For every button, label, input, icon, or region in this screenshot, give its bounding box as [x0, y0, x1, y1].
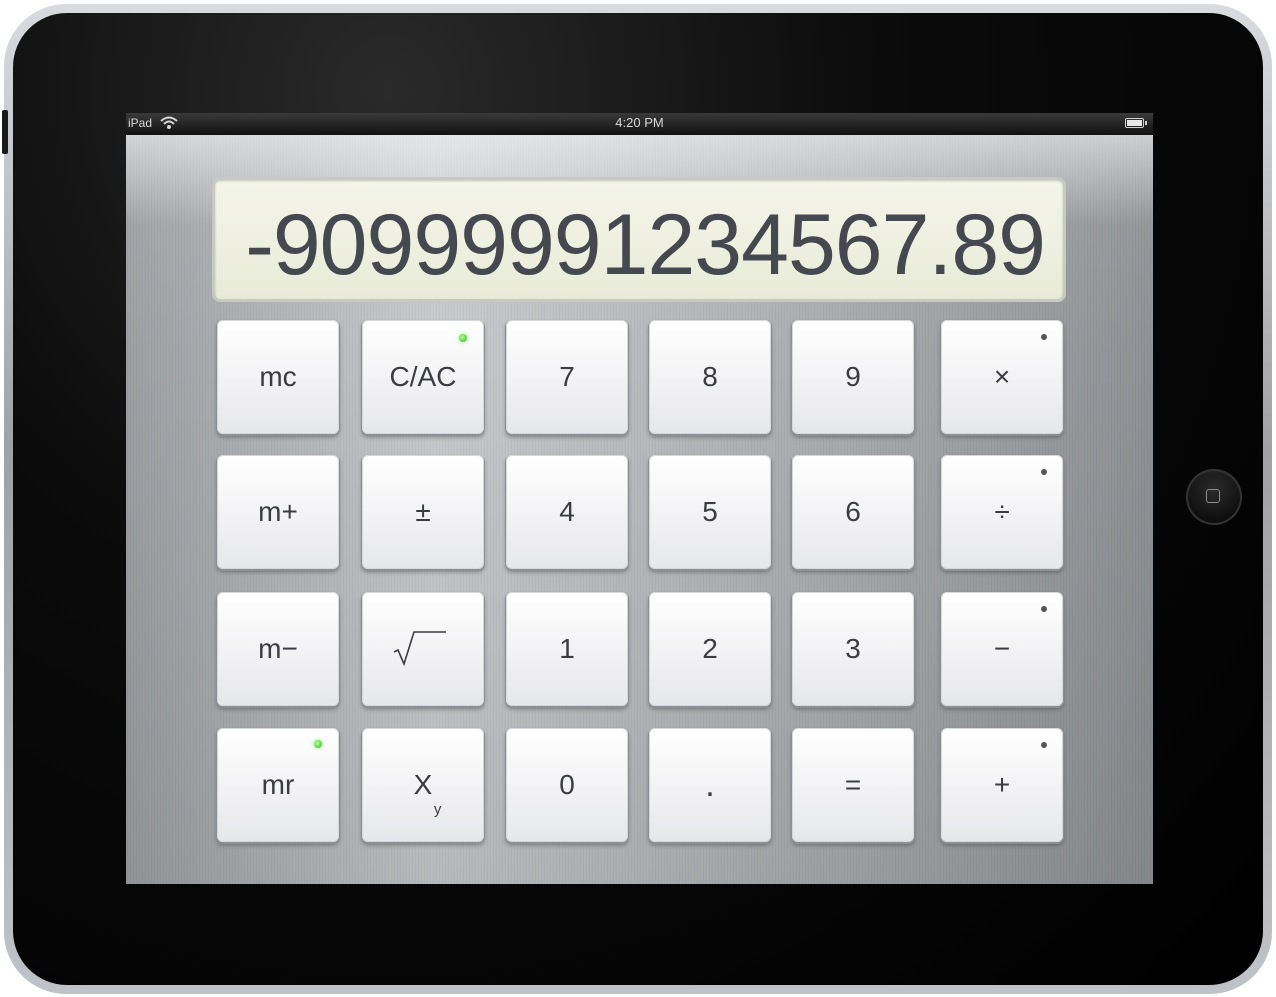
- zero-label: 0: [559, 769, 575, 800]
- status-bar: iPad 4:20 PM: [126, 113, 1153, 135]
- add-button[interactable]: +: [941, 728, 1063, 842]
- power-base-label: X: [413, 769, 433, 800]
- three-label: 3: [845, 633, 861, 664]
- home-button[interactable]: [1186, 469, 1242, 525]
- status-time: 4:20 PM: [615, 115, 664, 130]
- multiply-indicator-dot: [1041, 334, 1047, 340]
- home-square-icon: [1206, 489, 1220, 503]
- two-button[interactable]: 2: [649, 592, 771, 706]
- mr-button[interactable]: mr: [217, 728, 339, 842]
- divide-indicator-dot: [1041, 469, 1047, 475]
- plus-minus-button[interactable]: ±: [362, 455, 484, 569]
- power-label: Xy: [413, 769, 442, 818]
- four-button[interactable]: 4: [506, 455, 628, 569]
- clear-label: C/AC: [389, 361, 457, 392]
- five-button[interactable]: 5: [649, 455, 771, 569]
- two-label: 2: [702, 633, 718, 664]
- zero-button[interactable]: 0: [506, 728, 628, 842]
- mr-label: mr: [261, 769, 295, 800]
- sqrt-button[interactable]: [362, 592, 484, 706]
- subtract-indicator-dot: [1041, 606, 1047, 612]
- memory-status-led: [314, 740, 322, 748]
- square-root-icon: [393, 631, 446, 667]
- side-button: [2, 110, 8, 154]
- eight-label: 8: [702, 361, 718, 392]
- decimal-label: .: [705, 766, 715, 804]
- calculator-panel: -90999991234567.89 mc C/AC 7 8 9 × m+ ± …: [126, 135, 1153, 884]
- one-button[interactable]: 1: [506, 592, 628, 706]
- subtract-button[interactable]: −: [941, 592, 1063, 706]
- equals-button[interactable]: =: [792, 728, 914, 842]
- divide-label: ÷: [994, 496, 1010, 527]
- eight-button[interactable]: 8: [649, 320, 771, 434]
- decimal-button[interactable]: .: [649, 728, 771, 842]
- divide-button[interactable]: ÷: [941, 455, 1063, 569]
- four-label: 4: [559, 496, 575, 527]
- m-minus-label: m−: [258, 633, 298, 664]
- m-plus-label: m+: [258, 496, 298, 527]
- five-label: 5: [702, 496, 718, 527]
- battery-icon: [1125, 118, 1147, 128]
- seven-button[interactable]: 7: [506, 320, 628, 434]
- display-value: -90999991234567.89: [245, 197, 1046, 293]
- nine-label: 9: [845, 361, 861, 392]
- calculator-display: -90999991234567.89: [215, 180, 1063, 299]
- six-label: 6: [845, 496, 861, 527]
- mc-button[interactable]: mc: [217, 320, 339, 434]
- power-exponent-label: y: [433, 801, 442, 818]
- three-button[interactable]: 3: [792, 592, 914, 706]
- m-plus-button[interactable]: m+: [217, 455, 339, 569]
- multiply-button[interactable]: ×: [941, 320, 1063, 434]
- power-button[interactable]: Xy: [362, 728, 484, 842]
- multiply-label: ×: [993, 361, 1011, 392]
- six-button[interactable]: 6: [792, 455, 914, 569]
- screen: iPad 4:20 PM -90999991234567.89 mc C/AC …: [126, 113, 1153, 884]
- clear-status-led: [459, 334, 467, 342]
- one-label: 1: [559, 633, 575, 664]
- subtract-label: −: [993, 633, 1011, 664]
- mc-label: mc: [259, 361, 297, 392]
- plus-minus-label: ±: [415, 496, 431, 527]
- clear-button[interactable]: C/AC: [362, 320, 484, 434]
- add-indicator-dot: [1041, 742, 1047, 748]
- m-minus-button[interactable]: m−: [217, 592, 339, 706]
- seven-label: 7: [559, 361, 575, 392]
- add-label: +: [993, 769, 1011, 800]
- equals-label: =: [844, 769, 862, 800]
- nine-button[interactable]: 9: [792, 320, 914, 434]
